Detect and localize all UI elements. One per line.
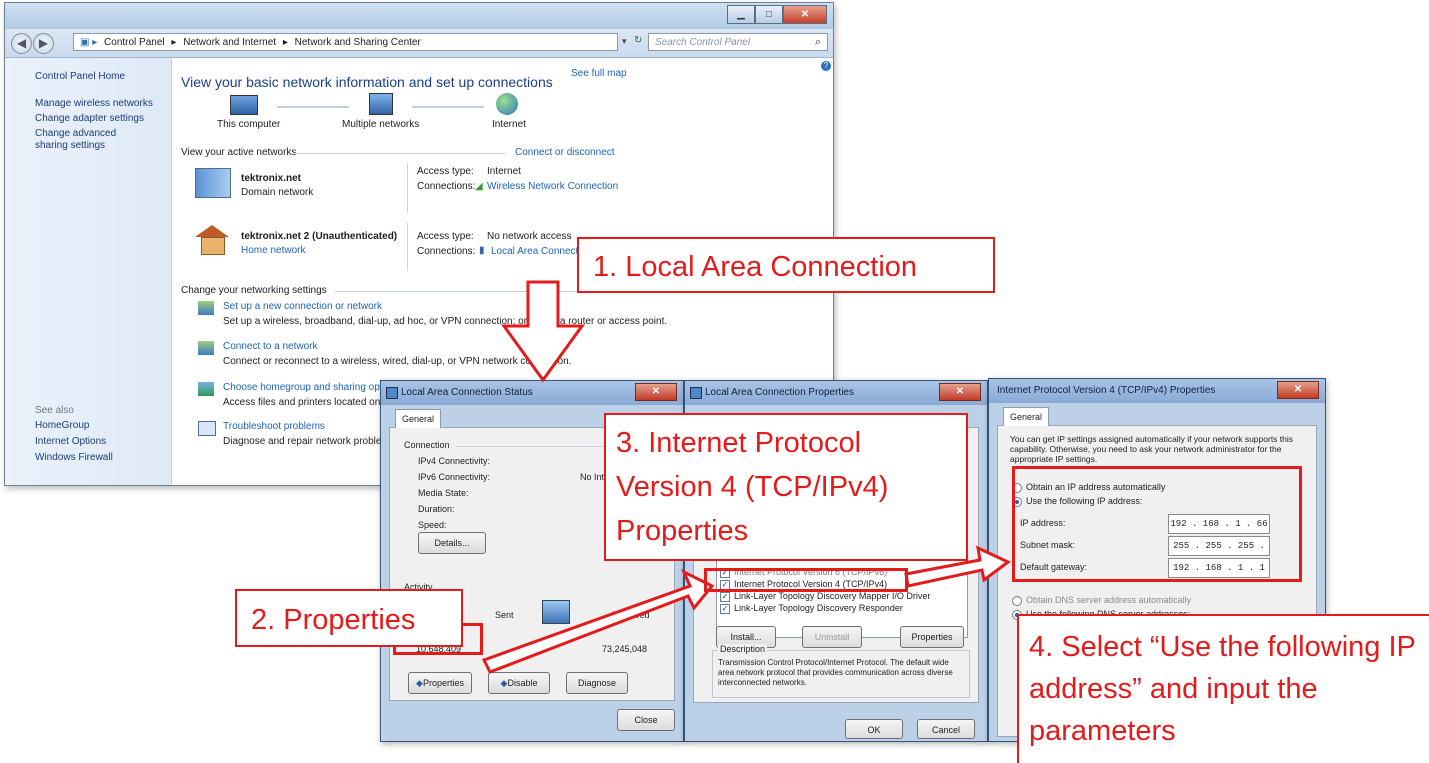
annotation-step3: 3. Internet Protocol Version 4 (TCP/IPv4… bbox=[604, 413, 968, 561]
highlight-ipv4-item bbox=[704, 568, 908, 592]
annotation-step4: 4. Select “Use the following IP address”… bbox=[1017, 614, 1429, 763]
arrow-right-icon bbox=[481, 568, 715, 674]
down-arrow-icon bbox=[501, 280, 585, 383]
annotation-step2: 2. Properties bbox=[235, 589, 463, 647]
annotation-step1: 1. Local Area Connection bbox=[577, 237, 995, 293]
highlight-ip-settings bbox=[1012, 466, 1302, 582]
